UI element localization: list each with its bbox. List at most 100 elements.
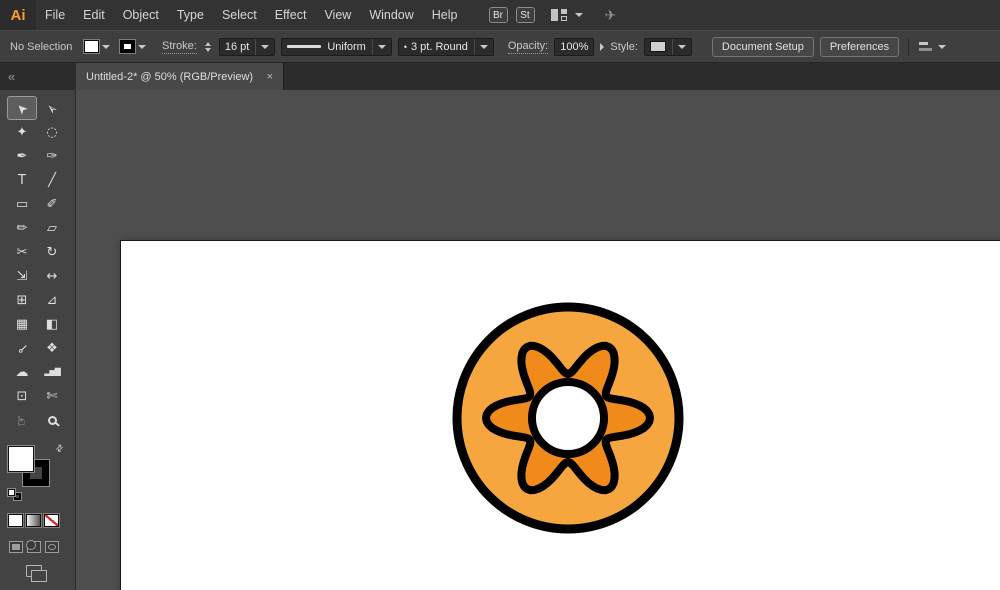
chevron-down-icon[interactable] <box>574 13 583 17</box>
brush-dropdown[interactable]: • 3 pt. Round <box>397 37 494 56</box>
tools-grid: ➤ ➣ ✦ ◌ ✒ ✑ T ╱ ▭ ✐ ✏ ▱ ✂ ↻ ⇲ ↔ ⊞ ⊿ ▦ ◧ ⊸ ❖ ☁ ▂▅▇ ⊡ ✄ ☞ <box>0 90 75 432</box>
rectangle-tool[interactable]: ▭ <box>8 193 36 215</box>
document-tab[interactable]: Untitled-2* @ 50% (RGB/Preview) × <box>76 63 284 90</box>
color-mode-button[interactable] <box>8 514 23 527</box>
mesh-tool[interactable]: ▦ <box>8 313 36 335</box>
stroke-swatch[interactable] <box>120 40 135 53</box>
selection-status: No Selection <box>10 40 73 53</box>
menu-effect[interactable]: Effect <box>266 0 316 30</box>
artboard[interactable] <box>120 240 1000 590</box>
dropdown-split[interactable] <box>671 38 686 55</box>
fill-indicator[interactable] <box>8 446 34 472</box>
rotate-tool[interactable]: ↻ <box>38 241 66 263</box>
color-mode-row <box>8 514 75 527</box>
stock-button[interactable]: St <box>515 7 535 23</box>
app-logo[interactable]: Ai <box>0 0 36 30</box>
blend-tool[interactable]: ❖ <box>38 337 66 359</box>
screen-mode-button[interactable] <box>26 565 48 582</box>
fill-swatch[interactable] <box>84 40 99 53</box>
lasso-tool[interactable]: ◌ <box>38 121 66 143</box>
magic-wand-tool[interactable]: ✦ <box>8 121 36 143</box>
curvature-tool[interactable]: ✑ <box>38 145 66 167</box>
stroke-panel-link[interactable]: Stroke: <box>162 40 197 54</box>
menubar-right-icons: Br St ✈ <box>488 7 617 24</box>
workspace-pane <box>560 9 567 14</box>
menu-help[interactable]: Help <box>423 0 467 30</box>
stroke-weight-dropdown[interactable]: 16 pt <box>218 37 276 56</box>
stroke-weight-stepper[interactable] <box>204 41 211 52</box>
paintbrush-tool[interactable]: ✐ <box>38 193 66 215</box>
eraser-tool[interactable]: ▱ <box>38 217 66 239</box>
collapse-panels-button[interactable]: « <box>0 63 76 90</box>
menu-object[interactable]: Object <box>114 0 168 30</box>
type-tool[interactable]: T <box>8 169 36 191</box>
eyedropper-tool[interactable]: ⊸ <box>8 337 36 359</box>
draw-normal-button[interactable] <box>9 541 23 553</box>
step-up-icon[interactable] <box>204 41 211 46</box>
donut-artwork[interactable] <box>438 288 698 548</box>
perspective-grid-tool[interactable]: ⊿ <box>38 289 66 311</box>
menu-type[interactable]: Type <box>168 0 213 30</box>
default-fill-stroke-icon[interactable] <box>8 489 21 500</box>
scale-tool[interactable]: ⇲ <box>8 265 36 287</box>
dropdown-split[interactable] <box>371 38 386 55</box>
zoom-tool[interactable] <box>38 409 66 431</box>
arrange-dropdown[interactable] <box>918 40 947 54</box>
document-setup-button[interactable]: Document Setup <box>711 36 814 57</box>
chevron-down-icon <box>377 44 386 49</box>
direct-selection-tool[interactable]: ➣ <box>38 97 66 119</box>
width-profile-dropdown[interactable]: Uniform <box>281 37 392 56</box>
hand-tool[interactable]: ☞ <box>8 409 36 431</box>
gradient-tool[interactable]: ◧ <box>38 313 66 335</box>
column-graph-icon: ▂▅▇ <box>44 367 61 376</box>
workspace-pane <box>550 9 558 21</box>
free-transform-tool[interactable]: ⊞ <box>8 289 36 311</box>
preferences-button[interactable]: Preferences <box>819 36 900 57</box>
pen-tool[interactable]: ✒ <box>8 145 36 167</box>
swap-fill-stroke-icon[interactable]: ⇄ <box>54 442 67 455</box>
slice-tool[interactable]: ✄ <box>38 385 66 407</box>
divider <box>908 37 910 56</box>
default-stroke-chip <box>14 493 21 500</box>
workspace-switcher-icon[interactable] <box>550 9 567 21</box>
column-graph-tool[interactable]: ▂▅▇ <box>38 361 66 383</box>
width-tool[interactable]: ↔ <box>38 265 66 287</box>
free-transform-icon: ⊞ <box>16 292 28 308</box>
symbol-sprayer-tool[interactable]: ☁ <box>8 361 36 383</box>
workspace-pane <box>560 16 567 21</box>
opacity-panel-link[interactable]: Opacity: <box>507 40 549 54</box>
donut-hole[interactable] <box>528 378 608 458</box>
line-segment-icon: ╱ <box>48 172 56 188</box>
bridge-button[interactable]: Br <box>488 7 508 23</box>
fill-color-dropdown[interactable] <box>84 40 110 53</box>
opacity-input[interactable]: 100% <box>554 37 595 56</box>
menu-file[interactable]: File <box>36 0 74 30</box>
menu-select[interactable]: Select <box>213 0 266 30</box>
type-icon: T <box>18 172 26 188</box>
dropdown-split[interactable] <box>255 38 270 55</box>
pencil-tool[interactable]: ✏ <box>8 217 36 239</box>
scale-icon: ⇲ <box>16 268 28 284</box>
gradient-mode-button[interactable] <box>26 514 41 527</box>
close-tab-icon[interactable]: × <box>267 71 273 83</box>
line-segment-tool[interactable]: ╱ <box>38 169 66 191</box>
stroke-color-dropdown[interactable] <box>120 40 146 53</box>
step-down-icon[interactable] <box>204 47 211 52</box>
selection-tool[interactable]: ➤ <box>8 97 36 119</box>
draw-inside-button[interactable] <box>45 541 59 553</box>
scissors-tool[interactable]: ✂ <box>8 241 36 263</box>
opacity-flyout-icon[interactable] <box>600 42 605 51</box>
style-dropdown[interactable] <box>643 37 692 56</box>
none-mode-button[interactable] <box>44 514 59 527</box>
pasteboard[interactable] <box>76 90 1000 590</box>
dropdown-split[interactable] <box>473 38 488 55</box>
draw-behind-button[interactable] <box>26 540 41 553</box>
menu-window[interactable]: Window <box>360 0 422 30</box>
menu-view[interactable]: View <box>315 0 360 30</box>
gpu-performance-icon[interactable]: ✈ <box>605 7 617 24</box>
fill-stroke-indicator: ⇄ <box>8 442 66 500</box>
menu-edit[interactable]: Edit <box>74 0 114 30</box>
artboard-tool[interactable]: ⊡ <box>8 385 36 407</box>
app-logo-text: Ai <box>10 6 26 24</box>
chevron-down-icon <box>261 44 270 49</box>
